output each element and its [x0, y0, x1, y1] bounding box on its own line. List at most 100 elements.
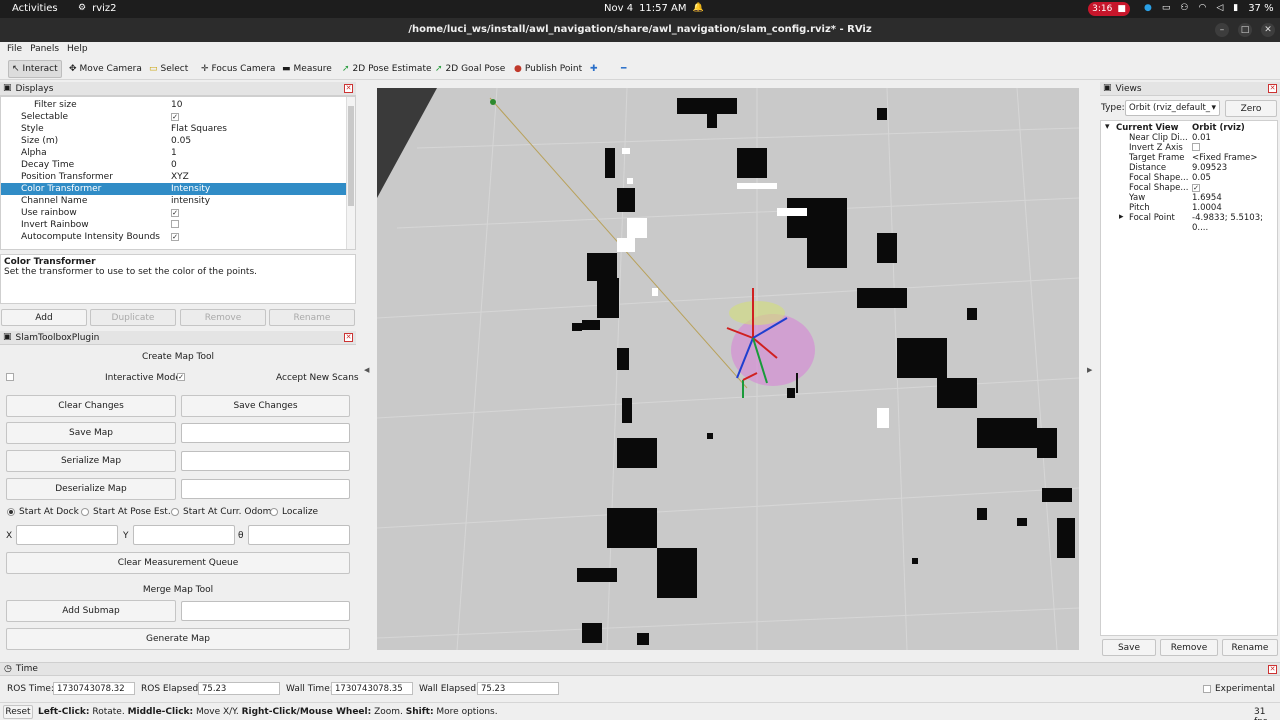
localize-radio[interactable]: Localize — [270, 507, 318, 517]
app-menu[interactable]: ⚙ rviz2 — [78, 3, 117, 14]
remove-view-button[interactable]: Remove — [1160, 639, 1218, 656]
menu-panels[interactable]: Panels — [30, 44, 59, 54]
wall-time-field[interactable]: 1730743078.35 — [331, 682, 413, 695]
ros-elapsed-field[interactable]: 75.23 — [198, 682, 280, 695]
x-input[interactable] — [16, 525, 118, 545]
menu-file[interactable]: File — [7, 44, 22, 54]
property-row[interactable]: Size (m) 0.05 — [1, 135, 347, 147]
rename-view-button[interactable]: Rename — [1222, 639, 1278, 656]
scrollbar-thumb[interactable] — [348, 106, 354, 206]
publish-point-tool[interactable]: ● Publish Point — [511, 60, 585, 78]
submap-filename-input[interactable] — [181, 601, 350, 621]
property-value[interactable]: 1.6954 — [1192, 193, 1222, 203]
property-row[interactable]: Decay Time 0 — [1, 159, 347, 171]
current-view-row[interactable]: ▾ Current View Orbit (rviz) — [1101, 123, 1280, 134]
select-tool[interactable]: ▭ Select — [146, 60, 191, 78]
start-at-curr-odom-radio[interactable]: Start At Curr. Odom — [171, 507, 271, 517]
displays-property-tree[interactable]: Filter size 10 Selectable ✓ Style Flat S… — [0, 96, 356, 250]
add-display-button[interactable]: Add — [1, 309, 87, 326]
property-row[interactable]: Yaw 1.6954 — [1101, 193, 1280, 203]
start-at-pose-est-radio[interactable]: Start At Pose Est. — [81, 507, 171, 517]
property-value[interactable]: Intensity — [171, 184, 210, 194]
property-row[interactable]: Invert Z Axis — [1101, 143, 1280, 153]
checkbox[interactable]: ✓ — [171, 233, 179, 241]
save-view-button[interactable]: Save — [1102, 639, 1156, 656]
property-value[interactable]: 0.05 — [171, 136, 191, 146]
save-changes-button[interactable]: Save Changes — [181, 395, 350, 417]
view-properties-tree[interactable]: ▾ Current View Orbit (rviz) Near Clip Di… — [1100, 120, 1278, 636]
radio-button[interactable] — [270, 508, 278, 516]
rename-display-button[interactable]: Rename — [269, 309, 355, 326]
property-checkbox[interactable]: ✓ — [1192, 183, 1200, 193]
property-row[interactable]: Distance 9.09523 — [1101, 163, 1280, 173]
focus-camera-tool[interactable]: ✛ Focus Camera — [198, 60, 278, 78]
remove-display-button[interactable]: Remove — [180, 309, 266, 326]
wall-elapsed-field[interactable]: 75.23 — [477, 682, 559, 695]
property-row-selected[interactable]: Color Transformer Intensity — [1, 183, 347, 195]
close-icon[interactable]: ✕ — [1268, 84, 1277, 93]
checkbox[interactable]: ✓ — [171, 209, 179, 217]
goal-pose-tool[interactable]: ➚ 2D Goal Pose — [432, 60, 508, 78]
ros-time-field[interactable]: 1730743078.32 — [53, 682, 135, 695]
property-checkbox[interactable]: ✓ — [171, 208, 179, 218]
checkbox[interactable] — [171, 220, 179, 228]
deserialize-map-filename-input[interactable] — [181, 479, 350, 499]
menu-help[interactable]: Help — [67, 44, 88, 54]
property-value[interactable]: 0.01 — [1192, 133, 1211, 143]
unlabeled-checkbox[interactable] — [6, 373, 14, 381]
clear-changes-button[interactable]: Clear Changes — [6, 395, 176, 417]
property-value[interactable]: 1.0004 — [1192, 203, 1222, 213]
deserialize-map-button[interactable]: Deserialize Map — [6, 478, 176, 500]
radio-button[interactable] — [7, 508, 15, 516]
property-row[interactable]: ▸ Focal Point -4.9833; 5.5103; 0.... — [1101, 213, 1280, 234]
interactive-mode-checkbox[interactable]: ✓ — [177, 373, 185, 381]
checkbox[interactable]: ✓ — [1192, 184, 1200, 192]
property-row[interactable]: Focal Shape... ✓ — [1101, 183, 1280, 193]
radio-button[interactable] — [171, 508, 179, 516]
experimental-checkbox[interactable] — [1203, 685, 1211, 693]
property-checkbox[interactable]: ✓ — [171, 232, 179, 242]
property-value[interactable]: intensity — [171, 196, 210, 206]
save-map-filename-input[interactable] — [181, 423, 350, 443]
map-render[interactable] — [377, 88, 1079, 650]
pose-estimate-tool[interactable]: ➚ 2D Pose Estimate — [339, 60, 435, 78]
property-row[interactable]: Autocompute Intensity Bounds ✓ — [1, 231, 347, 243]
property-row[interactable]: Style Flat Squares — [1, 123, 347, 135]
property-row[interactable]: Target Frame <Fixed Frame> — [1101, 153, 1280, 163]
minimize-button[interactable]: – — [1215, 23, 1229, 37]
property-row[interactable]: Focal Shape... 0.05 — [1101, 173, 1280, 183]
property-row[interactable]: Near Clip Di... 0.01 — [1101, 133, 1280, 143]
activities-button[interactable]: Activities — [12, 3, 58, 14]
move-camera-tool[interactable]: ✥ Move Camera — [66, 60, 145, 78]
add-tool-button[interactable]: ✚ — [587, 60, 601, 78]
checkbox[interactable]: ✓ — [171, 113, 179, 121]
reset-button[interactable]: Reset — [3, 705, 33, 719]
radio-button[interactable] — [81, 508, 89, 516]
property-value[interactable]: 0.05 — [1192, 173, 1211, 183]
property-value[interactable]: -4.9833; 5.5103; 0.... — [1192, 213, 1280, 233]
property-value[interactable]: XYZ — [171, 172, 189, 182]
right-splitter-handle[interactable]: ▶ — [1087, 366, 1092, 374]
close-icon[interactable]: ✕ — [344, 333, 353, 342]
close-icon[interactable]: ✕ — [1268, 665, 1277, 674]
checkbox[interactable] — [1192, 143, 1200, 151]
render-3d-view[interactable] — [377, 88, 1079, 650]
view-type-select[interactable]: Orbit (rviz_default_ ▾ — [1125, 100, 1220, 116]
property-value[interactable]: 0 — [171, 160, 177, 170]
left-splitter-handle[interactable]: ◀ — [364, 366, 369, 374]
property-value[interactable]: 9.09523 — [1192, 163, 1227, 173]
property-row[interactable]: Alpha 1 — [1, 147, 347, 159]
generate-map-button[interactable]: Generate Map — [6, 628, 350, 650]
add-submap-button[interactable]: Add Submap — [6, 600, 176, 622]
property-row[interactable]: Invert Rainbow — [1, 219, 347, 231]
system-tray[interactable]: ● ▭ ⚇ ◠ ◁ ▮ 37 % — [1144, 3, 1274, 14]
property-row[interactable]: Channel Name intensity — [1, 195, 347, 207]
start-at-dock-radio[interactable]: Start At Dock — [7, 507, 79, 517]
property-row[interactable]: Position Transformer XYZ — [1, 171, 347, 183]
close-icon[interactable]: ✕ — [344, 84, 353, 93]
clear-measurement-queue-button[interactable]: Clear Measurement Queue — [6, 552, 350, 574]
measure-tool[interactable]: ▬ Measure — [279, 60, 335, 78]
y-input[interactable] — [133, 525, 235, 545]
property-checkbox[interactable] — [171, 220, 179, 231]
property-value[interactable]: Flat Squares — [171, 124, 227, 134]
